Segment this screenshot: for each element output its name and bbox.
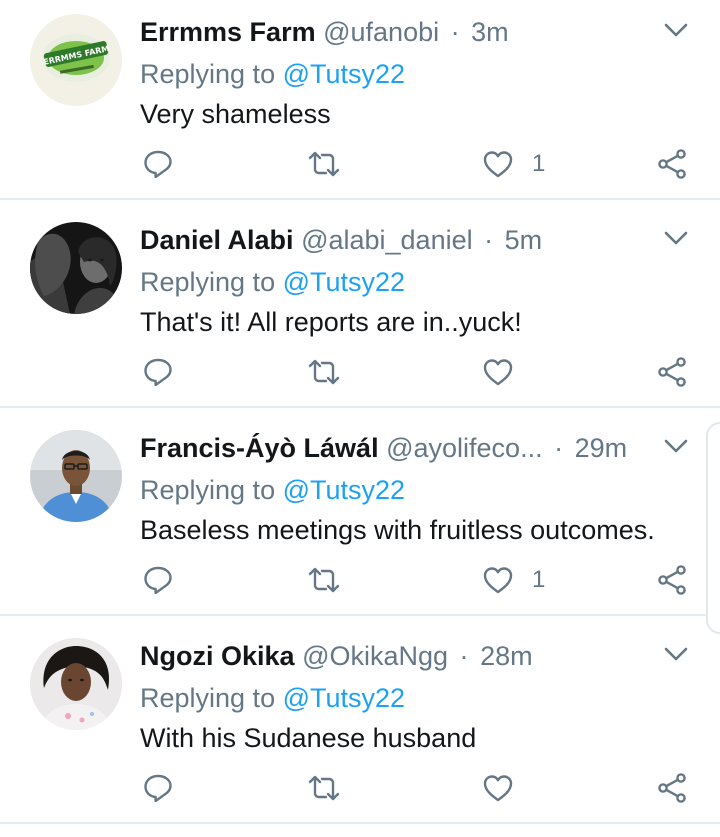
reply-icon bbox=[144, 358, 172, 387]
chevron-down-icon[interactable] bbox=[662, 16, 690, 44]
reply-mention-link[interactable]: @Tutsy22 bbox=[283, 267, 405, 297]
separator-dot: · bbox=[484, 225, 494, 255]
replying-to-label: Replying to bbox=[140, 59, 276, 89]
tweet-text: That's it! All reports are in..yuck! bbox=[140, 307, 522, 337]
person-photo-avatar bbox=[30, 638, 122, 730]
replying-to-line: Replying to @Tutsy22 bbox=[140, 54, 405, 94]
tweet-actions bbox=[140, 350, 700, 394]
scrollbar-edge[interactable] bbox=[706, 422, 720, 634]
separator-dot: · bbox=[554, 433, 564, 463]
replying-to-label: Replying to bbox=[140, 475, 276, 505]
avatar[interactable] bbox=[30, 222, 122, 314]
share-button[interactable] bbox=[656, 564, 688, 596]
separator-dot: · bbox=[459, 641, 469, 671]
tweet[interactable]: ERRMMS FARM Errmms Farm @ufanobi · 3m Re… bbox=[0, 0, 720, 200]
reply-mention-link[interactable]: @Tutsy22 bbox=[283, 59, 405, 89]
reply-mention-link[interactable]: @Tutsy22 bbox=[283, 475, 405, 505]
like-button[interactable]: 1 bbox=[482, 148, 545, 180]
tweet[interactable]: Daniel Alabi @alabi_daniel · 5m Replying… bbox=[0, 200, 720, 408]
retweet-icon bbox=[308, 151, 340, 177]
tweet-header: Francis-Áyò Láwál @ayolifeco... · 29m bbox=[140, 428, 640, 468]
share-icon bbox=[658, 773, 686, 803]
tweet-text: Very shameless bbox=[140, 99, 331, 129]
reply-icon bbox=[144, 150, 172, 179]
replying-to-line: Replying to @Tutsy22 bbox=[140, 678, 405, 718]
heart-icon bbox=[483, 359, 513, 386]
timestamp[interactable]: 5m bbox=[505, 225, 543, 255]
replying-to-line: Replying to @Tutsy22 bbox=[140, 262, 405, 302]
user-handle[interactable]: @ayolifeco... bbox=[386, 433, 542, 463]
like-button[interactable] bbox=[482, 772, 532, 804]
heart-icon bbox=[483, 567, 513, 594]
like-button[interactable] bbox=[482, 356, 532, 388]
retweet-icon bbox=[308, 359, 340, 385]
tweet-actions: 1 bbox=[140, 142, 700, 186]
timestamp[interactable]: 28m bbox=[480, 641, 533, 671]
share-button[interactable] bbox=[656, 148, 688, 180]
replying-to-label: Replying to bbox=[140, 683, 276, 713]
timestamp[interactable]: 29m bbox=[575, 433, 628, 463]
share-icon bbox=[658, 357, 686, 387]
tweet[interactable]: Ngozi Okika @OkikaNgg · 28m Replying to … bbox=[0, 616, 720, 824]
tweet-header: Ngozi Okika @OkikaNgg · 28m bbox=[140, 636, 640, 676]
retweet-icon bbox=[308, 775, 340, 801]
like-count: 1 bbox=[532, 566, 546, 593]
reply-icon bbox=[144, 774, 172, 803]
tweet[interactable]: Francis-Áyò Láwál @ayolifeco... · 29m Re… bbox=[0, 408, 720, 616]
user-handle[interactable]: @OkikaNgg bbox=[302, 641, 448, 671]
farm-logo-avatar: ERRMMS FARM bbox=[30, 14, 122, 106]
person-photo-avatar bbox=[30, 222, 122, 314]
display-name[interactable]: Ngozi Okika bbox=[140, 641, 295, 671]
retweet-icon bbox=[308, 567, 340, 593]
chevron-down-icon[interactable] bbox=[662, 432, 690, 460]
tweet-text: With his Sudanese husband bbox=[140, 723, 477, 753]
like-count: 1 bbox=[532, 150, 546, 177]
replying-to-line: Replying to @Tutsy22 bbox=[140, 470, 405, 510]
separator-dot: · bbox=[450, 17, 460, 47]
avatar[interactable] bbox=[30, 430, 122, 522]
retweet-button[interactable] bbox=[308, 772, 340, 804]
tweet-header: Errmms Farm @ufanobi · 3m bbox=[140, 12, 640, 52]
timestamp[interactable]: 3m bbox=[471, 17, 509, 47]
reply-mention-link[interactable]: @Tutsy22 bbox=[283, 683, 405, 713]
retweet-button[interactable] bbox=[308, 148, 340, 180]
chevron-down-icon[interactable] bbox=[662, 640, 690, 668]
share-icon bbox=[658, 149, 686, 179]
reply-button[interactable] bbox=[142, 148, 174, 180]
user-handle[interactable]: @ufanobi bbox=[323, 17, 439, 47]
heart-icon bbox=[483, 775, 513, 802]
share-button[interactable] bbox=[656, 772, 688, 804]
reply-button[interactable] bbox=[142, 564, 174, 596]
tweet-header: Daniel Alabi @alabi_daniel · 5m bbox=[140, 220, 640, 260]
reply-button[interactable] bbox=[142, 772, 174, 804]
avatar[interactable]: ERRMMS FARM bbox=[30, 14, 122, 106]
display-name[interactable]: Daniel Alabi bbox=[140, 225, 294, 255]
retweet-button[interactable] bbox=[308, 564, 340, 596]
user-handle[interactable]: @alabi_daniel bbox=[301, 225, 473, 255]
heart-icon bbox=[483, 151, 513, 178]
share-button[interactable] bbox=[656, 356, 688, 388]
avatar[interactable] bbox=[30, 638, 122, 730]
reply-icon bbox=[144, 566, 172, 595]
tweet-actions bbox=[140, 766, 700, 810]
share-icon bbox=[658, 565, 686, 595]
display-name[interactable]: Errmms Farm bbox=[140, 17, 316, 47]
retweet-button[interactable] bbox=[308, 356, 340, 388]
person-photo-avatar bbox=[30, 430, 122, 522]
tweet-text: Baseless meetings with fruitless outcome… bbox=[140, 515, 655, 545]
reply-button[interactable] bbox=[142, 356, 174, 388]
replying-to-label: Replying to bbox=[140, 267, 276, 297]
like-button[interactable]: 1 bbox=[482, 564, 545, 596]
display-name[interactable]: Francis-Áyò Láwál bbox=[140, 433, 379, 463]
tweet-actions: 1 bbox=[140, 558, 700, 602]
chevron-down-icon[interactable] bbox=[662, 224, 690, 252]
